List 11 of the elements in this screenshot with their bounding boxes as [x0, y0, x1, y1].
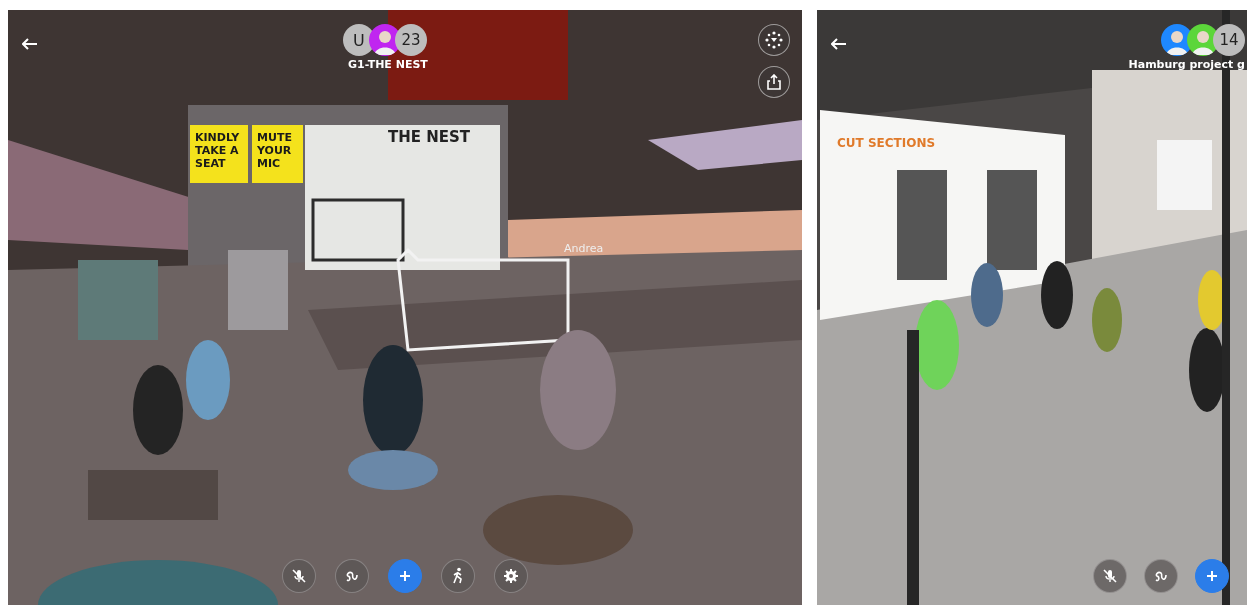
back-arrow-icon[interactable]: [20, 36, 40, 52]
back-arrow-icon[interactable]: [829, 36, 849, 52]
avatar-name-tag: Andrea: [564, 242, 604, 255]
share-icon[interactable]: [758, 66, 790, 98]
room-title: G1-THE NEST: [348, 58, 428, 71]
board-title: CUT SECTIONS: [837, 136, 936, 150]
notice-sign: KINDLY TAKE A SEAT: [190, 125, 248, 183]
notice-sign: MUTE YOUR MIC: [252, 125, 303, 183]
room-title: Hamburg project g: [1128, 58, 1245, 71]
board-title: THE NEST: [388, 128, 471, 146]
recenter-icon[interactable]: [758, 24, 790, 56]
